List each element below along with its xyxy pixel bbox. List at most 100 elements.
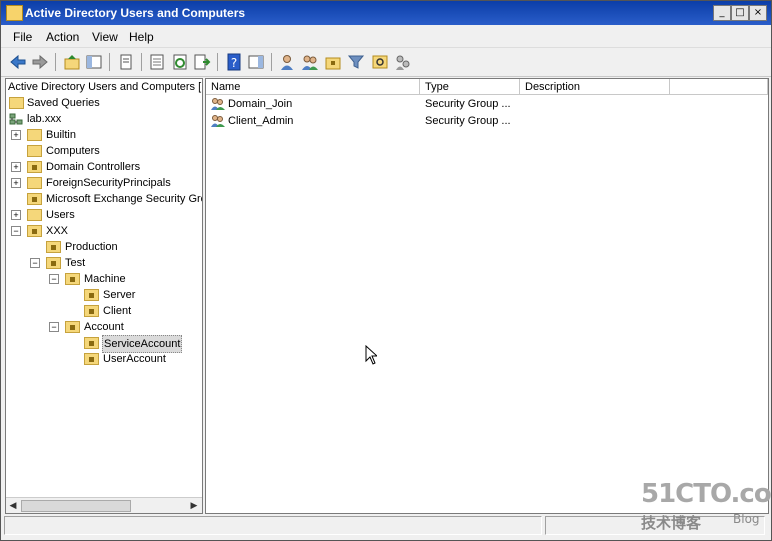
menu-help[interactable]: Help [129,30,154,44]
new-user-icon[interactable] [278,53,296,71]
tree-root[interactable]: Active Directory Users and Computers [ [8,79,201,95]
ou-folder-icon [65,273,80,285]
column-header-type[interactable]: Type [420,79,520,95]
collapse-icon[interactable]: − [11,226,21,236]
tree-item-production[interactable]: Production [6,239,202,255]
expand-icon[interactable]: + [11,210,21,220]
folder-icon [27,209,42,221]
ou-folder-icon [65,321,80,333]
new-group-icon[interactable] [301,53,319,71]
collapse-icon[interactable]: − [49,274,59,284]
tree-item-builtin[interactable]: + Builtin [6,127,202,143]
tree-item-service-account[interactable]: ServiceAccount [6,335,202,353]
export-icon[interactable] [193,53,211,71]
tree-item-saved-queries[interactable]: Saved Queries [6,95,202,111]
tree-item-label: UserAccount [103,353,166,365]
title-bar[interactable]: Active Directory Users and Computers _ □… [1,1,771,25]
tree-item-client[interactable]: Client [6,303,202,319]
column-header-description[interactable]: Description [520,79,670,95]
watermark-subtitle: 技术博客 [641,514,702,532]
status-cell-main [4,516,542,535]
tree-item-users[interactable]: + Users [6,207,202,223]
help-icon[interactable]: ? [225,53,243,71]
list-item[interactable]: Client_Admin Security Group ... [206,113,768,129]
main-window: Active Directory Users and Computers _ □… [0,0,772,541]
tree-item-label: ForeignSecurityPrincipals [46,177,171,189]
menu-action[interactable]: Action [46,30,79,44]
expand-icon[interactable]: + [11,178,21,188]
folder-icon [27,145,42,157]
tree-item-label: Machine [84,273,126,285]
new-ou-icon[interactable] [324,53,342,71]
ou-folder-icon [27,193,42,205]
back-arrow-icon[interactable] [9,53,27,71]
properties-icon[interactable] [117,53,135,71]
tree-item-domain[interactable]: lab.xxx [6,111,202,127]
tree-item-label: Builtin [46,129,76,141]
svg-text:?: ? [231,56,237,70]
tree-item-label: Server [103,289,136,301]
export-list-icon[interactable] [148,53,166,71]
delegate-icon[interactable] [394,53,412,71]
menu-bar: File Action View Help [1,26,771,46]
minimize-button[interactable]: _ [713,5,731,21]
row-type: Security Group ... [425,98,511,110]
tree-item-foreign-security-principals[interactable]: + ForeignSecurityPrincipals [6,175,202,191]
tree-item-server[interactable]: Server [6,287,202,303]
tree-item-label: XXX [46,225,69,237]
domain-icon [9,113,23,125]
console-tree-pane[interactable]: Active Directory Users and Computers [ S… [5,78,203,514]
refresh-icon[interactable] [171,53,189,71]
scroll-left-icon[interactable]: ◀ [7,500,19,512]
maximize-button[interactable]: □ [731,5,749,21]
close-button[interactable]: × [749,5,767,21]
menu-view[interactable]: View [92,30,118,44]
show-console-tree-icon[interactable] [85,53,103,71]
ou-folder-icon [84,305,99,317]
tree-item-xxx[interactable]: − XXX [6,223,202,239]
ou-folder-icon [27,225,42,237]
find-icon[interactable] [371,53,389,71]
scroll-right-icon[interactable]: ▶ [188,500,200,512]
ou-folder-icon [84,289,99,301]
scroll-thumb[interactable] [21,500,131,512]
tree-root-label: Active Directory Users and Computers [ [8,81,202,93]
tree-item-test[interactable]: − Test [6,255,202,271]
tree-horizontal-scrollbar[interactable]: ◀ ▶ [6,497,202,513]
tree-item-ms-exchange[interactable]: Microsoft Exchange Security Gro [6,191,202,207]
tree-item-label: Production [65,241,118,253]
site-watermark: 51CTO.com 技术博客 Blog [641,479,772,535]
list-item[interactable]: Domain_Join Security Group ... [206,96,768,112]
up-folder-icon[interactable] [63,53,81,71]
column-header-name[interactable]: Name [206,79,420,95]
tree-item-machine[interactable]: − Machine [6,271,202,287]
tree-item-user-account[interactable]: UserAccount [6,351,202,367]
filter-icon[interactable] [347,53,365,71]
tree-item-computers[interactable]: Computers [6,143,202,159]
tree-item-label: Saved Queries [27,97,100,109]
folder-icon [27,129,42,141]
toolbar-separator [271,53,272,71]
collapse-icon[interactable]: − [30,258,40,268]
column-header-empty [670,79,768,95]
tree-item-domain-controllers[interactable]: + Domain Controllers [6,159,202,175]
mouse-pointer-icon [365,345,377,365]
details-list-pane[interactable]: Name Type Description Domain_Join Securi… [205,78,769,514]
menu-file[interactable]: File [13,30,32,44]
action-pane-icon[interactable] [247,53,265,71]
forward-arrow-icon[interactable] [31,53,49,71]
tree-item-label: lab.xxx [27,113,62,125]
folder-icon [27,177,42,189]
tree-item-label: Computers [46,145,100,157]
collapse-icon[interactable]: − [49,322,59,332]
window-title: Active Directory Users and Computers [25,6,246,20]
aduc-app-icon [6,5,23,21]
watermark-blog: Blog [733,512,760,526]
expand-icon[interactable]: + [11,130,21,140]
row-name: Domain_Join [228,98,293,110]
ou-folder-icon [84,337,99,349]
tree-item-account[interactable]: − Account [6,319,202,335]
toolbar-separator [55,53,56,71]
expand-icon[interactable]: + [11,162,21,172]
ou-folder-icon [27,161,42,173]
